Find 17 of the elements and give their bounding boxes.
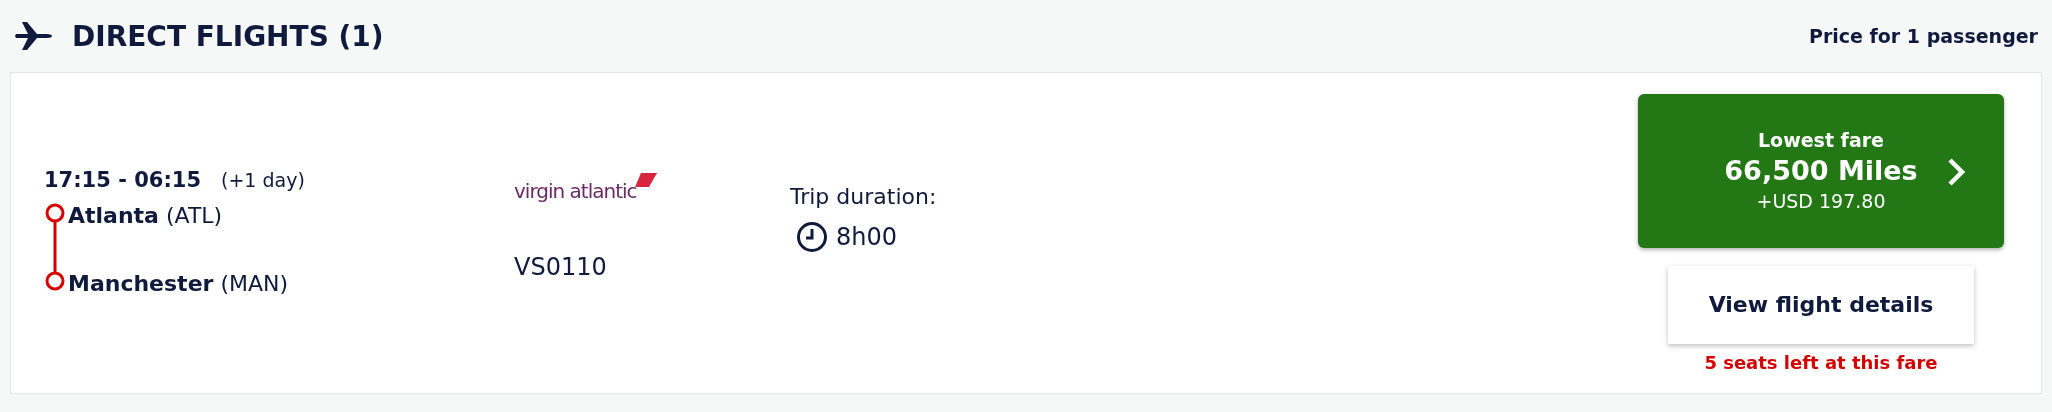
view-details-button[interactable]: View flight details	[1668, 265, 1974, 344]
section-title: DIRECT FLIGHTS (1)	[72, 19, 384, 53]
airport-name: Atlanta (ATL)	[68, 202, 224, 230]
airport-name: Manchester (MAN)	[68, 270, 289, 298]
flight-number: VS0110	[514, 253, 608, 281]
lowest-fare-button[interactable]: Lowest fare 66,500 Miles +USD 197.80	[1638, 93, 2004, 248]
day-offset: (+1 day)	[221, 169, 305, 191]
duration-label: Trip duration:	[790, 183, 938, 209]
chevron-right-icon	[1946, 155, 1966, 188]
seats-left-note: 5 seats left at this fare	[1704, 351, 1938, 373]
price-note: Price for 1 passenger	[1808, 25, 2038, 47]
route-line-icon	[44, 202, 66, 292]
airline-logo: virgin atlantic	[514, 179, 637, 203]
flight-times: 17:15 - 06:15	[44, 168, 202, 192]
duration-value: 8h00	[836, 222, 898, 251]
clock-icon	[796, 220, 828, 253]
airplane-icon	[14, 20, 54, 52]
